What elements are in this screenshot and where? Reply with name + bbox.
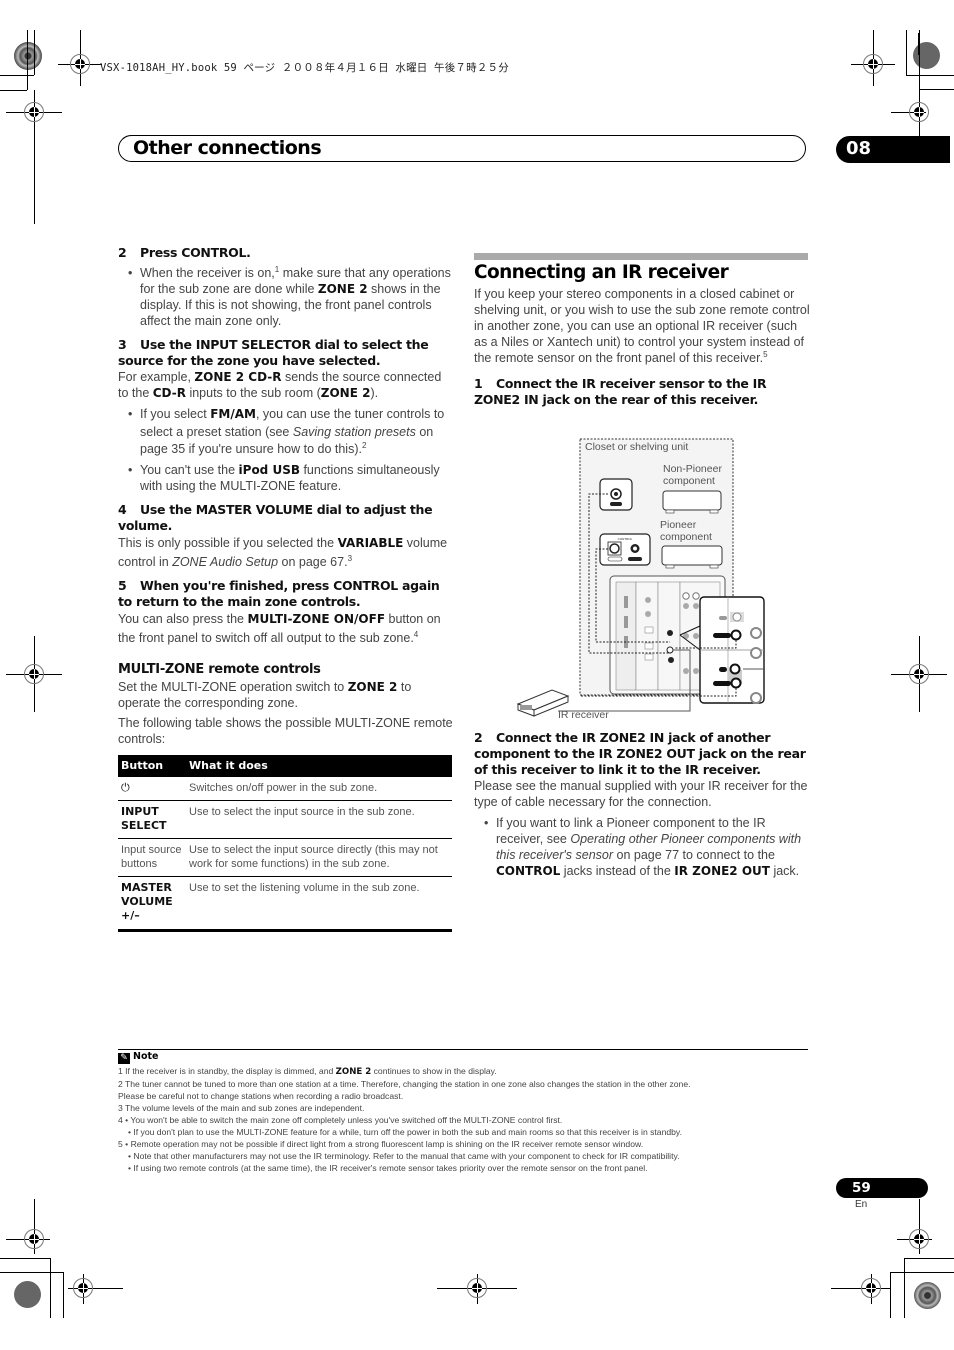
- multi-zone-subheading: MULTI-ZONE remote controls: [118, 661, 321, 677]
- table-row: ⏻ Switches on/off power in the sub zone.: [118, 777, 452, 801]
- crop-mark: [0, 75, 34, 76]
- ir-intro-paragraph: If you keep your stereo components in a …: [474, 287, 810, 365]
- control-label: CONTROL: [618, 537, 633, 541]
- crop-mark: [904, 1258, 905, 1318]
- multi-zone-intro: Set the MULTI-ZONE operation switch to Z…: [118, 679, 412, 710]
- footnote-line: 5 • Remote operation may not be possible…: [118, 1139, 644, 1149]
- page-number: 59: [852, 1180, 871, 1196]
- crop-mark: [919, 89, 954, 90]
- footnote-line: 2 The tuner cannot be tuned to more than…: [118, 1079, 691, 1089]
- chapter-title-bar: Other connections: [118, 135, 806, 162]
- print-header: VSX-1018AH_HY.book 59 ページ ２００８年４月１６日 水曜日…: [100, 62, 509, 74]
- multi-zone-controls-table: Button What it does ⏻ Switches on/off po…: [118, 755, 452, 932]
- pioneer-label-line1: Pioneer: [660, 519, 697, 531]
- table-row: INPUT SELECT Use to select the input sou…: [118, 800, 452, 839]
- note-heading: ✎ Note: [118, 1051, 158, 1064]
- ir-step-2-heading: 2 Connect the IR ZONE2 IN jack of another…: [474, 730, 806, 777]
- ir-step-2-bullet: If you want to link a Pioneer component …: [474, 815, 810, 879]
- crop-mark: [919, 30, 920, 89]
- right-column-intro: If you keep your stereo components in a …: [474, 286, 810, 408]
- row-description: Use to select the input source in the su…: [186, 800, 452, 839]
- left-column: 2Press CONTROL. When the receiver is on,…: [118, 245, 454, 747]
- column-header-what-it-does: What it does: [186, 755, 452, 777]
- ir-step-1-heading: 1 Connect the IR receiver sensor to the I…: [474, 376, 767, 407]
- step-5-heading: 5 When you're finished, press CONTROL aga…: [118, 577, 440, 609]
- crop-mark: [906, 75, 954, 76]
- step-2-bullet: When the receiver is on,1 make sure that…: [118, 265, 454, 329]
- step-3-bullet-ipod: You can't use the iPod USB functions sim…: [118, 462, 454, 494]
- crop-mark: [0, 90, 27, 91]
- step-5-body: You can also press the MULTI-ZONE ON/OFF…: [118, 611, 441, 645]
- footnote-rule: [118, 1049, 808, 1050]
- crop-mark: [0, 1258, 50, 1259]
- ir-step-2-body: Please see the manual supplied with your…: [474, 779, 808, 809]
- footnote-list: 1 If the receiver is in standby, the dis…: [118, 1065, 818, 1174]
- color-target-bottom-left: [14, 1281, 41, 1308]
- ir-receiver-label: IR receiver: [558, 709, 609, 721]
- crop-mark: [50, 1258, 51, 1318]
- crop-mark: [890, 1272, 891, 1318]
- ir-receiver-connection-diagram: CONTROL Closet or shelving unit Non-Pion…: [516, 438, 765, 721]
- pioneer-label-line2: component: [660, 531, 712, 543]
- footnote-line: • Note that other manufacturers may not …: [128, 1151, 680, 1161]
- row-button-name: INPUT SELECT: [118, 800, 186, 839]
- color-target-top-left: [14, 42, 42, 70]
- crop-mark: [906, 30, 907, 75]
- table-row: Input source buttons Use to select the i…: [118, 838, 452, 877]
- row-description: Use to select the input source directly …: [186, 838, 452, 877]
- power-icon: ⏻: [118, 777, 186, 801]
- step-4-heading: 4 Use the MASTER VOLUME dial to adjust th…: [118, 501, 433, 533]
- non-pioneer-label-line2: component: [663, 475, 715, 487]
- step-2-heading: 2 Press CONTROL.: [118, 245, 251, 260]
- chapter-title: Other connections: [133, 137, 322, 159]
- color-target-bottom-right: [914, 1282, 941, 1309]
- crop-mark: [904, 1258, 954, 1259]
- right-column-step-2: 2 Connect the IR ZONE2 IN jack of another…: [474, 730, 810, 879]
- chapter-number-tab: 08: [836, 136, 950, 163]
- row-button-name: Input source buttons: [118, 838, 186, 877]
- crop-mark: [34, 30, 35, 75]
- row-description: Use to set the listening volume in the s…: [186, 876, 452, 932]
- step-3-heading: 3 Use the INPUT SELECTOR dial to select t…: [118, 337, 429, 368]
- pioneer-component: [661, 545, 723, 566]
- multi-zone-table-intro: The following table shows the possible M…: [118, 715, 453, 746]
- footnote-line: Please be careful not to change stations…: [118, 1091, 404, 1101]
- footnote-line: 4 • You won't be able to switch the main…: [118, 1115, 563, 1125]
- page-number-tab: 59: [836, 1178, 928, 1198]
- language-code: En: [855, 1199, 868, 1210]
- step-4-body: This is only possible if you selected th…: [118, 535, 448, 569]
- footnote-line: • If using two remote controls (at the s…: [128, 1163, 648, 1173]
- non-pioneer-label-line1: Non-Pioneer: [663, 463, 722, 475]
- footnote-line: • If you don't plan to use the MULTI-ZON…: [128, 1127, 682, 1137]
- section-divider-bar: [474, 253, 808, 260]
- pencil-note-icon: ✎: [118, 1053, 130, 1064]
- crop-mark: [63, 1272, 64, 1318]
- section-title: Connecting an IR receiver: [474, 262, 729, 283]
- table-header-row: Button What it does: [118, 755, 452, 777]
- footnote-1: 1 If the receiver is in standby, the dis…: [118, 1066, 497, 1077]
- non-pioneer-component: [662, 490, 722, 511]
- crop-mark: [890, 1272, 954, 1273]
- crop-mark: [0, 1272, 63, 1273]
- crop-mark: [27, 30, 28, 90]
- row-description: Switches on/off power in the sub zone.: [186, 777, 452, 801]
- step-3-bullet-fm-am: If you select FM/AM, you can use the tun…: [118, 406, 454, 459]
- crop-mark: [918, 33, 919, 55]
- table-row: MASTER VOLUME +/– Use to set the listeni…: [118, 876, 452, 932]
- footnote-line: 3 The volume levels of the main and sub …: [118, 1103, 365, 1113]
- row-button-name: MASTER VOLUME +/–: [118, 876, 186, 932]
- column-header-button: Button: [118, 755, 186, 777]
- step-3-body: For example, ZONE 2 CD-R sends the sourc…: [118, 370, 442, 400]
- chapter-number: 08: [846, 138, 872, 159]
- closet-label: Closet or shelving unit: [585, 441, 688, 453]
